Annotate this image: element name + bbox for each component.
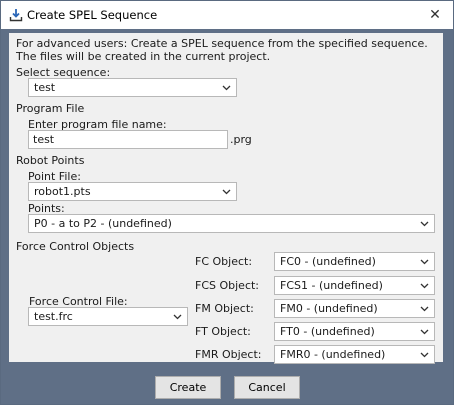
fc-object-label: FC Object: — [195, 255, 253, 268]
cancel-button[interactable]: Cancel — [234, 376, 300, 399]
program-file-name-field[interactable] — [33, 133, 223, 146]
fcs-object-value: FCS1 - (undefined) — [280, 279, 383, 292]
fmr-object-label: FMR Object: — [195, 348, 262, 361]
close-button[interactable]: ✕ — [417, 1, 453, 29]
fc-object-dropdown[interactable]: FC0 - (undefined) — [274, 252, 435, 271]
fc-object-value: FC0 - (undefined) — [280, 255, 376, 268]
create-button[interactable]: Create — [155, 376, 221, 399]
chevron-down-icon — [420, 259, 429, 265]
sequence-dropdown[interactable]: test — [28, 78, 237, 97]
fm-object-value: FM0 - (undefined) — [280, 302, 378, 315]
fm-object-dropdown[interactable]: FM0 - (undefined) — [274, 299, 435, 318]
download-icon — [9, 9, 23, 22]
fm-object-label: FM Object: — [195, 302, 254, 315]
program-file-extension: .prg — [230, 133, 252, 146]
chevron-down-icon — [420, 329, 429, 335]
ft-object-dropdown[interactable]: FT0 - (undefined) — [274, 322, 435, 341]
fmr-object-dropdown[interactable]: FMR0 - (undefined) — [274, 345, 435, 364]
chevron-down-icon — [173, 314, 182, 320]
fcs-object-label: FCS Object: — [195, 279, 260, 292]
program-file-name-input[interactable] — [28, 130, 228, 149]
intro-line-1: For advanced users: Create a SPEL sequen… — [16, 37, 428, 50]
dialog-window: Create SPEL Sequence ✕ For advanced user… — [0, 0, 454, 405]
point-file-dropdown[interactable]: robot1.pts — [28, 182, 237, 201]
chevron-down-icon — [420, 306, 429, 312]
robot-points-section-label: Robot Points — [16, 154, 85, 167]
dialog-content: For advanced users: Create a SPEL sequen… — [9, 33, 443, 364]
point-file-value: robot1.pts — [34, 185, 91, 198]
fcs-object-dropdown[interactable]: FCS1 - (undefined) — [274, 276, 435, 295]
points-dropdown[interactable]: P0 - a to P2 - (undefined) — [28, 214, 435, 233]
chevron-down-icon — [222, 189, 231, 195]
points-value: P0 - a to P2 - (undefined) — [34, 217, 172, 230]
ft-object-label: FT Object: — [195, 325, 251, 338]
force-control-section-label: Force Control Objects — [16, 240, 135, 253]
chevron-down-icon — [420, 221, 429, 227]
chevron-down-icon — [420, 283, 429, 289]
intro-line-2: The files will be created in the current… — [16, 50, 271, 63]
sequence-value: test — [34, 81, 56, 94]
fmr-object-value: FMR0 - (undefined) — [280, 348, 386, 361]
program-file-section-label: Program File — [16, 102, 85, 115]
ft-object-value: FT0 - (undefined) — [280, 325, 375, 338]
chevron-down-icon — [222, 85, 231, 91]
chevron-down-icon — [420, 352, 429, 358]
close-icon: ✕ — [429, 7, 441, 23]
window-title: Create SPEL Sequence — [27, 8, 158, 22]
title-bar: Create SPEL Sequence ✕ — [1, 1, 453, 29]
force-control-file-value: test.frc — [34, 310, 73, 323]
force-control-file-dropdown[interactable]: test.frc — [28, 307, 188, 326]
